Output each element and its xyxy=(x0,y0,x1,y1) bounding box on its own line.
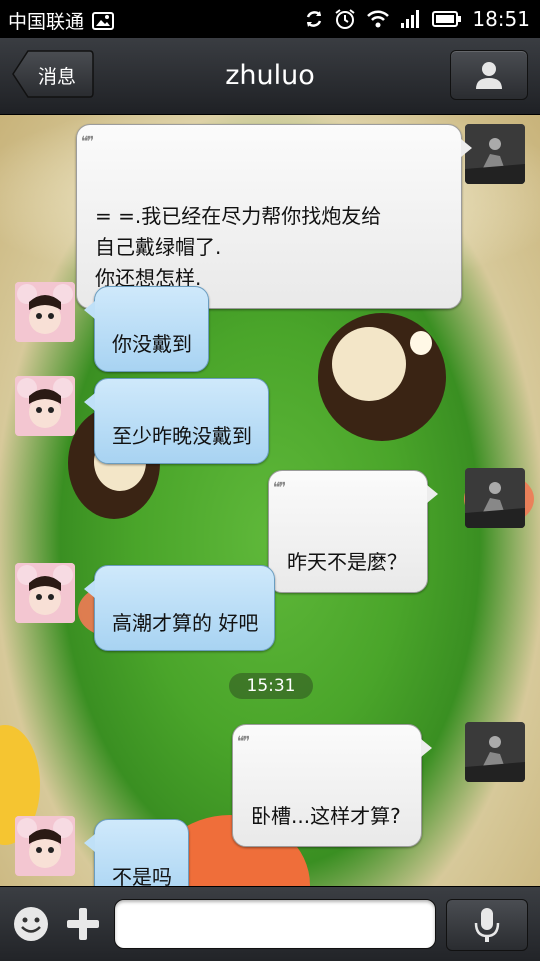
quote-mark-icon: ❝❞ xyxy=(81,134,94,150)
chat-header: 消息 zhuluo xyxy=(0,38,540,115)
avatar-other[interactable] xyxy=(15,376,75,436)
emoji-button[interactable] xyxy=(12,905,50,943)
voice-button[interactable] xyxy=(446,899,528,951)
avatar-other[interactable] xyxy=(15,282,75,342)
message-input[interactable] xyxy=(114,899,436,949)
signal-icon xyxy=(400,9,422,29)
message-text: 昨天不是麼？ xyxy=(287,550,407,574)
smiley-icon xyxy=(14,907,48,941)
battery-icon xyxy=(432,10,462,28)
alarm-icon xyxy=(334,8,356,30)
message-bubble-self[interactable]: ❝❞ = =.我已经在尽力帮你找炮友给 自己戴绿帽了. 你还想怎样. xyxy=(76,124,472,309)
microphone-icon xyxy=(474,908,500,942)
avatar-self[interactable] xyxy=(465,124,525,184)
message-text: 卧槽...这样才算? xyxy=(251,804,401,828)
sync-icon xyxy=(304,9,324,29)
message-text: = =.我已经在尽力帮你找炮友给 自己戴绿帽了. 你还想怎样. xyxy=(95,204,382,290)
chat-area[interactable]: ❝❞ = =.我已经在尽力帮你找炮友给 自己戴绿帽了. 你还想怎样. 你没戴到 … xyxy=(0,115,540,886)
message-text: 你没戴到 xyxy=(112,332,192,356)
message-text: 不是吗 xyxy=(112,865,172,886)
message-bubble-other[interactable]: 你没戴到 xyxy=(84,286,209,372)
status-bar: 中国联通 18:51 xyxy=(0,0,540,38)
clock-time: 18:51 xyxy=(472,7,530,31)
message-timestamp: 15:31 xyxy=(229,673,313,699)
message-bubble-self[interactable]: ❝❞ 昨天不是麼？ xyxy=(268,470,438,593)
message-bubble-other[interactable]: 不是吗 xyxy=(84,819,189,886)
quote-mark-icon: ❝❞ xyxy=(237,734,250,750)
input-bar xyxy=(0,886,540,961)
message-bubble-other[interactable]: 至少昨晚没戴到 xyxy=(84,378,269,464)
wallpaper-eye-right xyxy=(318,313,446,441)
plus-icon xyxy=(67,908,99,940)
wifi-icon xyxy=(366,9,390,29)
attach-button[interactable] xyxy=(64,905,102,943)
message-bubble-self[interactable]: ❝❞ 卧槽...这样才算? xyxy=(232,724,432,847)
avatar-self[interactable] xyxy=(465,722,525,782)
image-icon xyxy=(92,11,115,30)
message-text: 至少昨晚没戴到 xyxy=(112,424,252,448)
message-text: 高潮才算的 好吧 xyxy=(112,611,259,635)
carrier-label: 中国联通 xyxy=(8,11,85,33)
avatar-other[interactable] xyxy=(15,563,75,623)
avatar-other[interactable] xyxy=(15,816,75,876)
profile-button[interactable] xyxy=(450,50,528,100)
quote-mark-icon: ❝❞ xyxy=(273,480,286,496)
avatar-self[interactable] xyxy=(465,468,525,528)
message-bubble-other[interactable]: 高潮才算的 好吧 xyxy=(83,565,276,651)
person-icon xyxy=(476,62,502,89)
